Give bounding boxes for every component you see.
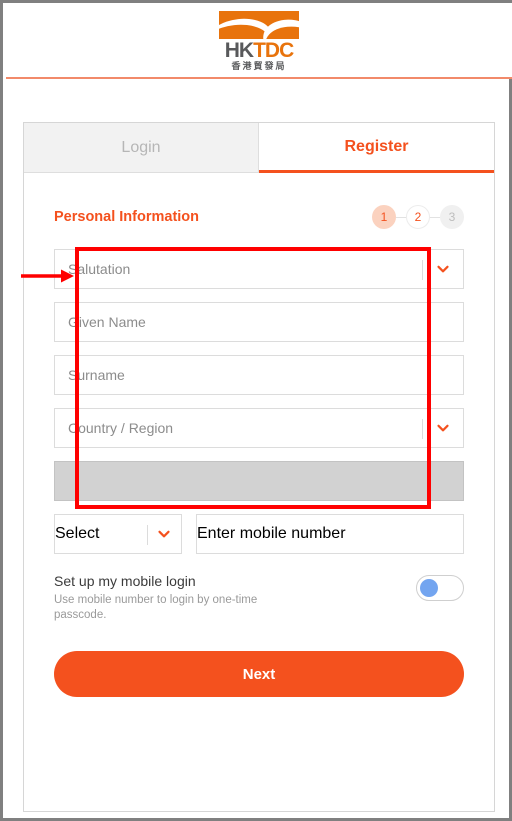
chevron-down-icon: [158, 530, 170, 538]
step-1[interactable]: 1: [372, 205, 396, 229]
mobile-country-code-field[interactable]: Select: [54, 514, 182, 554]
header-divider: [6, 77, 512, 79]
mobile-login-toggle[interactable]: [416, 575, 464, 601]
given-name-field[interactable]: Given Name: [54, 302, 464, 342]
hktdc-logo-icon: [219, 10, 299, 39]
country-region-field[interactable]: Country / Region: [54, 408, 464, 448]
mobile-login-title: Set up my mobile login: [54, 573, 196, 589]
registration-form: Personal Information 1 2 3 Salutation Gi…: [24, 205, 494, 697]
mobile-number-placeholder: Enter mobile number: [197, 525, 346, 542]
salutation-placeholder: Salutation: [68, 261, 131, 277]
page-header: HKTDC 香港貿發局: [6, 3, 512, 77]
mobile-number-field[interactable]: Enter mobile number: [196, 514, 464, 554]
toggle-knob: [420, 579, 438, 597]
chevron-down-icon: [437, 424, 449, 432]
app-screenshot-frame: HKTDC 香港貿發局 Login Register Personal Info…: [0, 0, 512, 821]
salutation-field[interactable]: Salutation: [54, 249, 464, 289]
logo-wordmark: HKTDC: [224, 38, 295, 62]
tab-login-label: Login: [121, 138, 161, 156]
section-header: Personal Information 1 2 3: [54, 205, 464, 229]
mobile-row: Select Enter mobile number: [54, 514, 464, 554]
auth-card: Login Register Personal Information 1 2 …: [23, 122, 495, 812]
mobile-login-row: Set up my mobile login Use mobile number…: [54, 572, 464, 623]
step-connector-1: [396, 216, 406, 218]
country-region-placeholder: Country / Region: [68, 420, 174, 436]
step-2[interactable]: 2: [406, 205, 430, 229]
tab-login[interactable]: Login: [24, 123, 259, 173]
hktdc-logo[interactable]: HKTDC 香港貿發局: [215, 10, 303, 72]
surname-placeholder: Surname: [68, 367, 125, 383]
mobile-login-text: Set up my mobile login Use mobile number…: [54, 572, 334, 623]
step-indicator: 1 2 3: [372, 205, 464, 229]
page-title: Personal Information: [54, 209, 200, 225]
next-button[interactable]: Next: [54, 651, 464, 697]
tab-register[interactable]: Register: [259, 123, 494, 173]
masked-field: [54, 461, 464, 501]
mobile-country-code-placeholder: Select: [55, 525, 100, 542]
surname-field[interactable]: Surname: [54, 355, 464, 395]
tab-register-label: Register: [344, 137, 409, 155]
mobile-login-description: Use mobile number to login by one-time p…: [54, 594, 258, 621]
given-name-placeholder: Given Name: [68, 314, 146, 330]
logo-word-hk: HK: [224, 38, 254, 62]
chevron-down-icon: [437, 265, 449, 273]
step-3[interactable]: 3: [440, 205, 464, 229]
step-connector-2: [430, 216, 440, 218]
country-region-separator: [422, 419, 423, 439]
logo-chinese-name: 香港貿發局: [231, 60, 287, 71]
salutation-separator: [422, 260, 423, 280]
mobile-code-separator: [147, 525, 148, 545]
logo-word-tdc: TDC: [253, 38, 294, 62]
auth-tabs: Login Register: [24, 123, 494, 173]
